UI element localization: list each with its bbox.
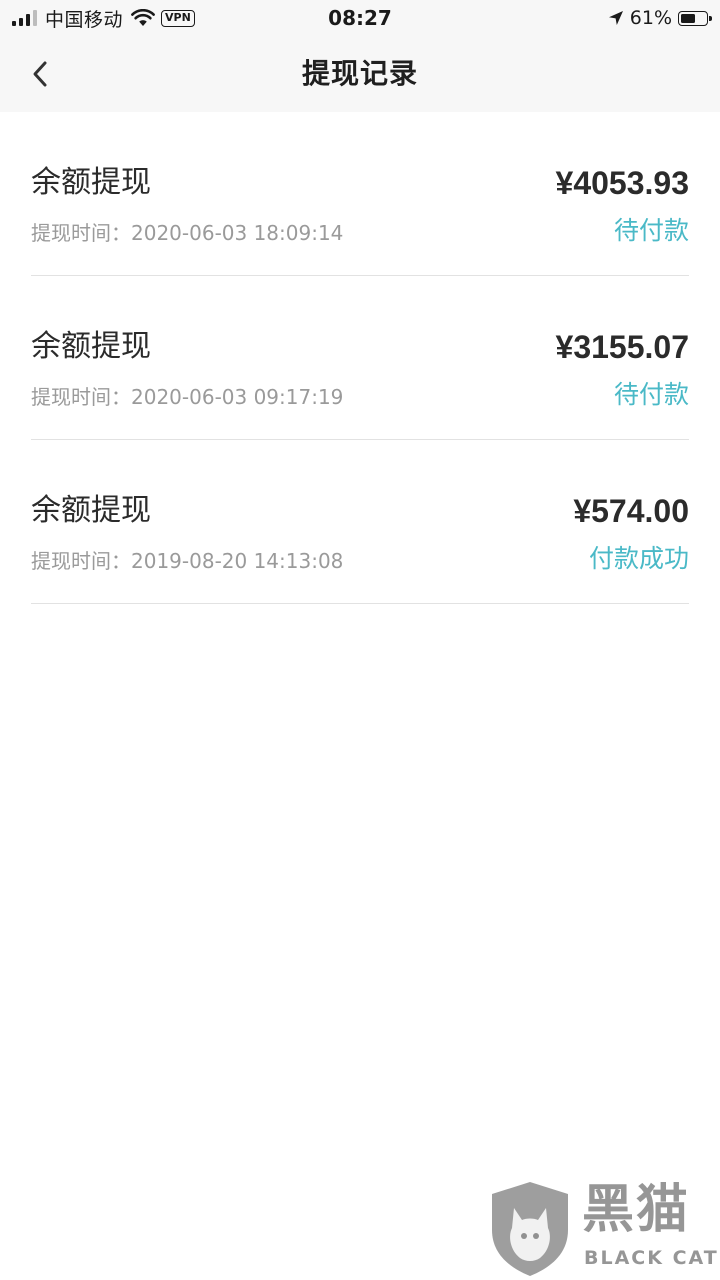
battery-icon xyxy=(678,10,712,26)
battery-level xyxy=(681,13,695,23)
list-item[interactable]: 余额提现 ¥574.00 提现时间：2019-08-20 14:13:08 付款… xyxy=(31,440,689,604)
watermark-text-cn: 黑猫 xyxy=(582,1180,691,1240)
watermark-text-en: BLACK CAT xyxy=(584,1247,719,1269)
record-time: 提现时间：2020-06-03 18:09:14 xyxy=(31,221,344,245)
record-status: 待付款 xyxy=(613,380,689,409)
record-amount: ¥574.00 xyxy=(573,493,689,529)
record-status: 待付款 xyxy=(613,216,689,245)
record-type: 余额提现 xyxy=(31,165,151,200)
page-title: 提现记录 xyxy=(301,57,418,90)
battery-percent: 61% xyxy=(629,7,672,29)
watermark: 黑猫 BLACK CAT xyxy=(484,1178,720,1280)
record-type: 余额提现 xyxy=(31,329,151,364)
status-bar: 中国移动 VPN 08:27 61% xyxy=(0,0,720,36)
list-item[interactable]: 余额提现 ¥3155.07 提现时间：2020-06-03 09:17:19 待… xyxy=(31,276,689,440)
record-type: 余额提现 xyxy=(31,493,151,528)
status-bar-right: 61% xyxy=(608,6,712,30)
location-arrow-icon xyxy=(608,11,623,25)
record-amount: ¥3155.07 xyxy=(555,329,689,365)
record-amount: ¥4053.93 xyxy=(555,165,689,201)
black-cat-logo-icon xyxy=(492,1182,568,1276)
nav-bar: 提现记录 xyxy=(0,36,720,112)
record-time: 提现时间：2020-06-03 09:17:19 xyxy=(31,385,344,409)
record-status: 付款成功 xyxy=(588,544,689,573)
record-time: 提现时间：2019-08-20 14:13:08 xyxy=(31,549,344,573)
withdrawal-record-list: 余额提现 ¥4053.93 提现时间：2020-06-03 18:09:14 待… xyxy=(0,112,720,604)
list-item[interactable]: 余额提现 ¥4053.93 提现时间：2020-06-03 18:09:14 待… xyxy=(31,112,689,276)
